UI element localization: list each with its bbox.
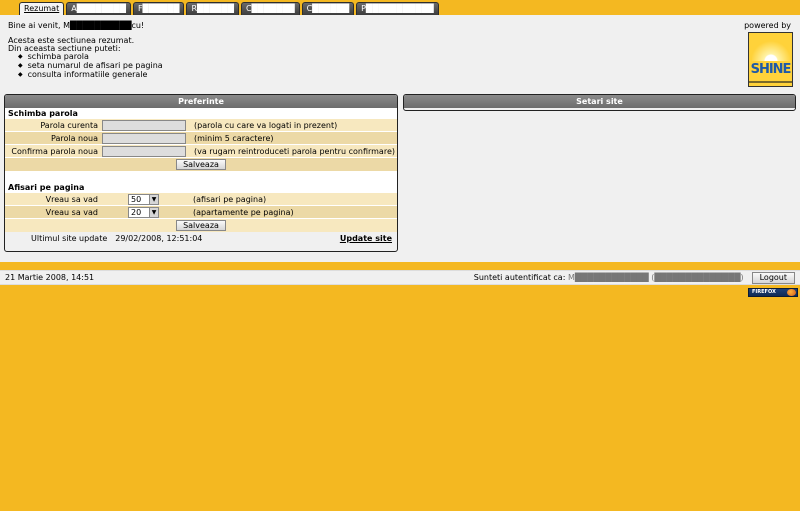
new-password-hint: (minim 5 caractere) xyxy=(194,133,274,143)
new-password-row: Parola noua (minim 5 caractere) xyxy=(5,132,397,145)
shine-logo[interactable]: SHINE xyxy=(748,32,793,87)
firefox-icon xyxy=(787,289,796,296)
new-password-label: Parola noua xyxy=(51,133,98,143)
apartamente-select[interactable]: 20 ▼ xyxy=(128,206,159,218)
logo-text: SHINE xyxy=(750,62,792,77)
confirm-password-row: Confirma parola noua (va rugam reintrodu… xyxy=(5,145,397,158)
tab-6[interactable]: C██████ xyxy=(301,2,355,15)
last-update-row: Ultimul site update 29/02/2008, 12:51:04… xyxy=(5,232,397,245)
chevron-down-icon[interactable]: ▼ xyxy=(149,207,158,217)
confirm-password-input[interactable] xyxy=(102,145,186,157)
section-spacer xyxy=(5,171,397,182)
afisari-title: Afisari pe pagina xyxy=(5,182,397,193)
chevron-down-icon[interactable]: ▼ xyxy=(149,194,158,204)
tab-5[interactable]: C███████ xyxy=(240,2,300,15)
save-afisari-button[interactable]: Salveaza xyxy=(176,220,226,231)
setari-panel: Setari site xyxy=(403,94,796,111)
auth-label: Sunteti autentificat ca: xyxy=(473,273,566,282)
apartamente-hint: (apartamente pe pagina) xyxy=(193,207,294,217)
preferinte-panel: Preferinte Schimba parola Parola curenta… xyxy=(4,94,398,252)
tab-3[interactable]: F██████ xyxy=(132,2,185,15)
schimba-parola-title: Schimba parola xyxy=(5,108,397,119)
last-update-value: 29/02/2008, 12:51:04 xyxy=(115,234,203,243)
current-password-row: Parola curenta (parola cu care va logati… xyxy=(5,119,397,132)
logo-tagline xyxy=(749,81,792,83)
firefox-badge-label: FIREFOX xyxy=(752,289,776,295)
powered-by-label: powered by xyxy=(744,21,791,30)
confirm-password-label: Confirma parola noua xyxy=(11,146,98,156)
intro-text: Acesta este sectiunea rezumat. Din aceas… xyxy=(8,37,163,80)
apartamente-select-value: 20 xyxy=(131,207,142,217)
content-area: Bine ai venit, M██████████cu! Acesta est… xyxy=(0,15,800,262)
status-bar: 21 Martie 2008, 14:51 Sunteti autentific… xyxy=(0,270,800,285)
preferinte-header: Preferinte xyxy=(5,95,397,108)
apartamente-label: Vreau sa vad xyxy=(45,207,98,217)
firefox-badge[interactable]: FIREFOX xyxy=(748,288,798,297)
afisari-label: Vreau sa vad xyxy=(45,194,98,204)
auth-user: M████████████ (██████████████) xyxy=(567,273,744,282)
tab-bar: Rezumat A████████ F██████ R██████ C█████… xyxy=(19,2,439,15)
intro-item: consulta informatiile generale xyxy=(18,71,163,80)
current-password-label: Parola curenta xyxy=(40,120,98,130)
confirm-password-hint: (va rugam reintroduceti parola pentru co… xyxy=(194,146,395,156)
current-password-input[interactable] xyxy=(102,119,186,131)
afisari-row: Vreau sa vad 50 ▼ (afisari pe pagina) xyxy=(5,193,397,206)
sun-icon xyxy=(752,35,790,61)
tab-4[interactable]: R██████ xyxy=(186,2,239,15)
new-password-input[interactable] xyxy=(102,132,186,144)
current-password-hint: (parola cu care va logati in prezent) xyxy=(194,120,338,130)
afisari-save-row: Salveaza xyxy=(5,219,397,232)
afisari-hint: (afisari pe pagina) xyxy=(193,194,267,204)
current-datetime: 21 Martie 2008, 14:51 xyxy=(5,273,95,282)
logout-button[interactable]: Logout xyxy=(751,271,795,284)
auth-info: Sunteti autentificat ca: M████████████ (… xyxy=(474,273,744,282)
apartamente-row: Vreau sa vad 20 ▼ (apartamente pe pagina… xyxy=(5,206,397,219)
password-save-row: Salveaza xyxy=(5,158,397,171)
update-site-link[interactable]: Update site xyxy=(340,234,392,243)
tab-7[interactable]: P███████████ xyxy=(356,2,439,15)
last-update-label: Ultimul site update xyxy=(31,234,108,243)
tab-2[interactable]: A████████ xyxy=(66,2,131,15)
welcome-text: Bine ai venit, M██████████cu! xyxy=(8,21,145,30)
setari-header: Setari site xyxy=(404,95,795,108)
save-password-button[interactable]: Salveaza xyxy=(176,159,226,170)
intro-list: schimba parola seta numarul de afisari p… xyxy=(18,53,163,80)
afisari-select[interactable]: 50 ▼ xyxy=(128,193,159,205)
afisari-select-value: 50 xyxy=(131,194,142,204)
tab-rezumat[interactable]: Rezumat xyxy=(19,2,65,15)
